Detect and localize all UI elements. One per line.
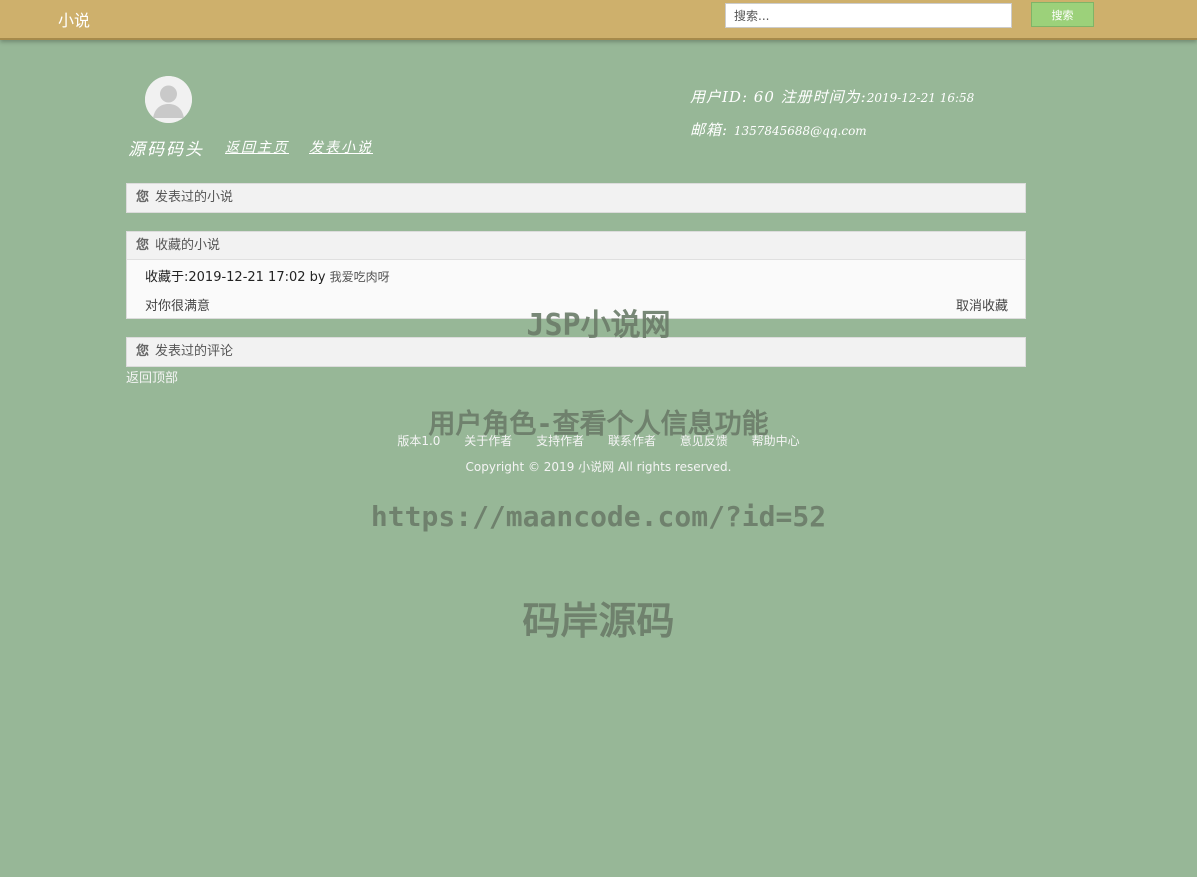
footer-link-contact[interactable]: 联系作者 <box>608 434 656 448</box>
favorite-author-link[interactable]: 我爱吃肉呀 <box>330 270 390 284</box>
panel-heading: 您收藏的小说 <box>127 232 1025 260</box>
email-info: 邮箱: 1357845688@qq.com <box>690 119 867 140</box>
watermark-brand: 码岸源码 <box>522 599 675 643</box>
email-label: 邮箱: <box>690 121 734 139</box>
copyright-text: Copyright © 2019 小说网 All rights reserved… <box>465 460 732 474</box>
footer-version: 版本1.0 <box>397 434 441 448</box>
footer-link-support[interactable]: 支持作者 <box>536 434 584 448</box>
user-id-label: 用户ID: 60 注册时间为: <box>690 88 867 106</box>
back-to-top-link[interactable]: 返回顶部 <box>126 367 178 386</box>
watermark-url: https://maancode.com/?id=52 <box>370 500 827 533</box>
panel-prefix: 您 <box>136 190 150 205</box>
favorite-item: 收藏于:2019-12-21 17:02 by 我爱吃肉呀 <box>145 266 390 285</box>
panel-title: 发表过的小说 <box>155 190 234 205</box>
user-silhouette-icon <box>145 76 192 123</box>
footer-link-feedback[interactable]: 意见反馈 <box>680 434 728 448</box>
search-button[interactable]: 搜索 <box>1031 2 1094 27</box>
footer-link-help[interactable]: 帮助中心 <box>752 434 800 448</box>
email-value: 1357845688@qq.com <box>733 124 867 138</box>
panel-prefix: 您 <box>136 238 150 253</box>
user-id-info: 用户ID: 60 注册时间为:2019-12-21 16:58 <box>690 86 974 107</box>
panel-title: 收藏的小说 <box>155 238 221 253</box>
avatar <box>145 76 192 123</box>
brand-link[interactable]: 小说 <box>58 7 90 31</box>
published-novels-panel: 您发表过的小说 <box>126 183 1026 213</box>
panel-title: 发表过的评论 <box>155 344 234 359</box>
register-time: 2019-12-21 16:58 <box>866 91 975 105</box>
favorite-date: 收藏于:2019-12-21 17:02 by <box>145 270 326 285</box>
panel-prefix: 您 <box>136 344 150 359</box>
publish-novel-link[interactable]: 发表小说 <box>309 137 373 157</box>
footer-link-about[interactable]: 关于作者 <box>464 434 512 448</box>
watermark-title: JSP小说网 <box>526 308 671 343</box>
footer-links: 版本1.0 关于作者 支持作者 联系作者 意见反馈 帮助中心 <box>0 432 1197 449</box>
top-navbar: 小说 搜索 <box>0 0 1197 40</box>
home-link[interactable]: 返回主页 <box>225 137 289 157</box>
search-input[interactable] <box>725 3 1012 28</box>
panel-heading: 您发表过的小说 <box>127 184 1025 212</box>
profile-username: 源码码头 <box>128 140 204 160</box>
